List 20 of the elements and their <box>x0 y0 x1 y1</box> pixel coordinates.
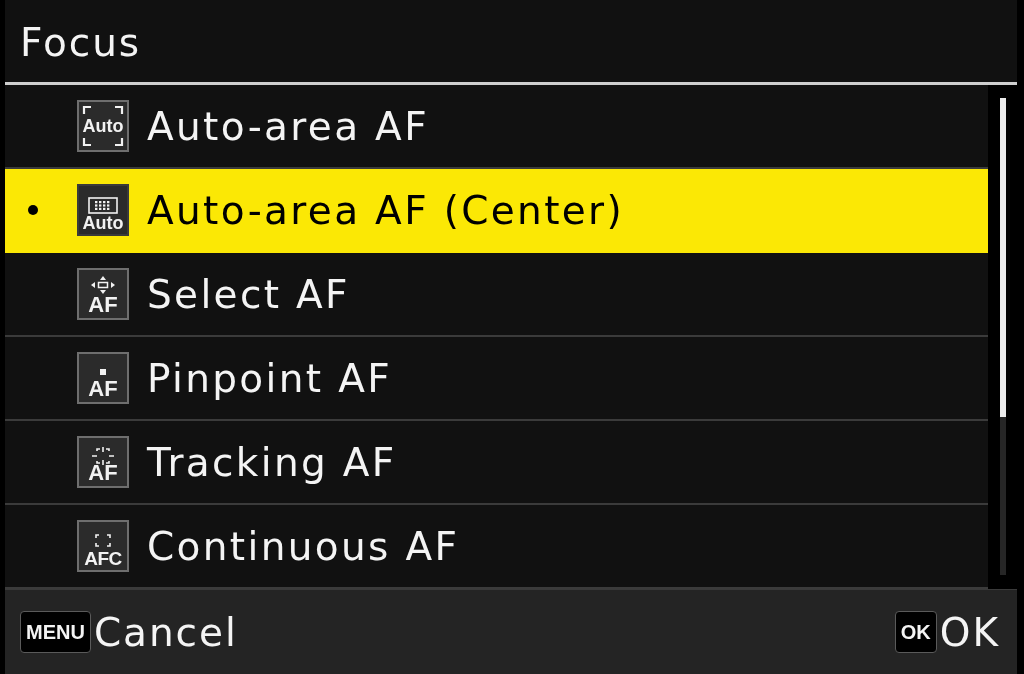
key-hint-label: OK <box>939 612 1000 652</box>
scrollbar-track[interactable] <box>999 98 1006 575</box>
af-arrows-icon: AF <box>77 268 129 320</box>
menu-item-label: Auto-area AF (Center) <box>147 190 625 230</box>
menu-item-label: Continuous AF <box>147 526 460 566</box>
scrollbar-thumb[interactable] <box>999 98 1006 417</box>
auto-grid-icon: Auto <box>77 184 129 236</box>
af-target-icon: AF <box>77 436 129 488</box>
menu-item-label: Pinpoint AF <box>147 358 392 398</box>
menu-title: Focus <box>20 20 142 62</box>
menu-item-label: Auto-area AF <box>147 106 429 146</box>
menu-item[interactable]: Auto Auto-area AF (Center) <box>5 169 988 253</box>
key-hint-label: Cancel <box>93 612 238 652</box>
key-cap: OK <box>894 611 937 653</box>
afc-bracket-icon: AFC <box>77 520 129 572</box>
auto-bracket-icon: Auto <box>77 100 129 152</box>
af-point-icon: AF <box>77 352 129 404</box>
key-cap: MENU <box>20 611 91 653</box>
menu-item-label: Select AF <box>147 274 350 314</box>
menu-item-label: Tracking AF <box>147 442 397 482</box>
